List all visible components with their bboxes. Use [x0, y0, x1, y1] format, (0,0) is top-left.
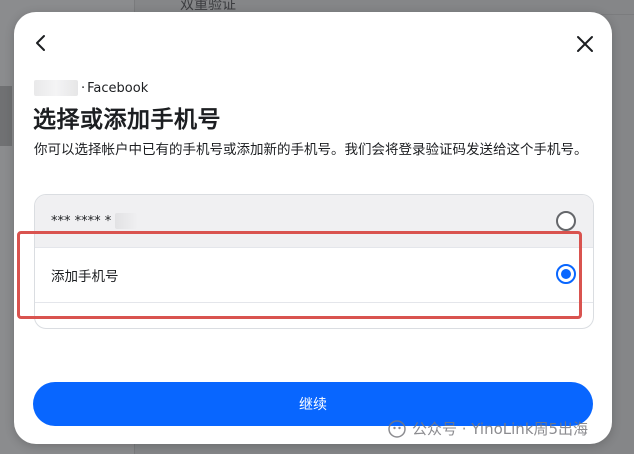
back-button[interactable]	[26, 28, 56, 58]
phone-select-dialog: · Facebook 选择或添加手机号 你可以选择帐户中已有的手机号或添加新的手…	[14, 12, 612, 444]
close-icon	[577, 36, 593, 52]
blurred-account-name	[34, 80, 78, 96]
blurred-phone-digits	[115, 213, 138, 229]
masked-phone-number: *** **** *	[51, 213, 138, 229]
add-phone-option[interactable]: 添加手机号	[35, 247, 593, 303]
add-phone-radio[interactable]	[556, 264, 576, 284]
dialog-description: 你可以选择帐户中已有的手机号或添加新的手机号。我们会将登录验证码发送给这个手机号…	[34, 142, 588, 158]
account-line: · Facebook	[34, 80, 148, 96]
watermark-text: 公众号 · YinoLink周5出海	[412, 420, 589, 438]
chevron-left-icon	[36, 35, 45, 51]
backdrop-sidebar-active-marker	[0, 86, 12, 146]
add-phone-label: 添加手机号	[51, 269, 119, 285]
app-name: Facebook	[87, 80, 149, 96]
phone-options-list: *** **** * 添加手机号	[34, 194, 594, 329]
existing-phone-radio[interactable]	[556, 211, 576, 231]
close-button[interactable]	[570, 29, 600, 59]
account-separator: ·	[81, 80, 86, 96]
existing-phone-option[interactable]: *** **** *	[35, 195, 593, 247]
dialog-title: 选择或添加手机号	[33, 107, 221, 133]
wechat-logo-icon	[388, 419, 406, 438]
watermark: 公众号 · YinoLink周5出海	[388, 418, 588, 439]
